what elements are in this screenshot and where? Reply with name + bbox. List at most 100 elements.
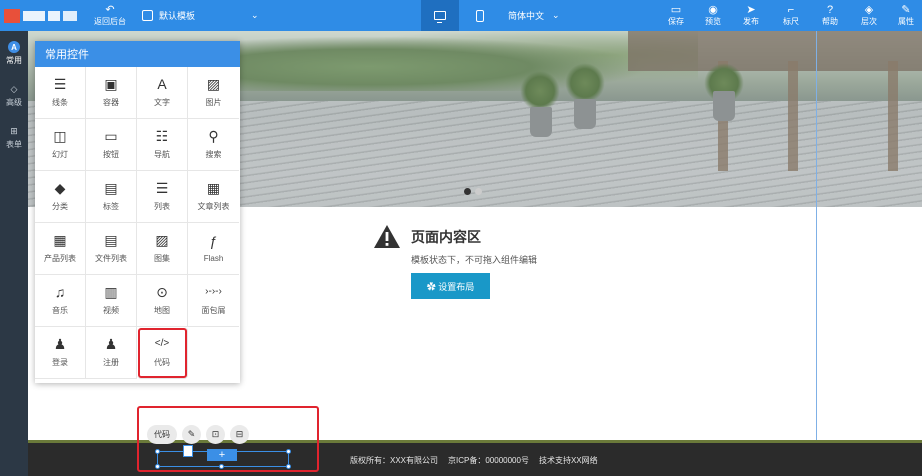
layers-icon: ◈: [864, 4, 874, 16]
widget-label: 地图: [154, 306, 170, 315]
widget-breadcrumb[interactable]: ›-›-› 面包屑: [188, 275, 239, 327]
slide-dot[interactable]: [475, 188, 482, 195]
save-icon: ▭: [670, 4, 682, 16]
file-icon: [183, 445, 193, 457]
help-icon: ?: [826, 4, 834, 16]
widget-button[interactable]: ▭ 按钮: [86, 119, 137, 171]
widget-register-user[interactable]: ♟ 注册: [86, 327, 137, 379]
ruler-guide-line: [816, 31, 817, 441]
common-widgets-panel: 常用控件 ☰ 线条 ▣ 容器 A 文字 ▨ 图片 ◫ 幻灯 ▭ 按钮 ☷ 导航 ⚲ 搜索 ◆ 分类 ▤ 标签 ☰ 列表 ▦ 文…: [35, 41, 240, 383]
widget-image[interactable]: ▨ 图片: [188, 67, 239, 119]
rail-item-common[interactable]: A 常用: [0, 41, 28, 66]
widget-category-stack[interactable]: ◆ 分类: [35, 171, 86, 223]
category-stack-icon: ◆: [54, 180, 66, 196]
undo-icon: ↶: [105, 4, 115, 16]
widget-label: Flash: [203, 254, 224, 263]
properties-button[interactable]: ✎ 属性: [893, 0, 919, 31]
resize-handle[interactable]: [286, 464, 291, 469]
template-selector[interactable]: 默认模板 ⌄: [142, 0, 259, 31]
widget-article-list[interactable]: ▦ 文章列表: [188, 171, 239, 223]
resize-handle[interactable]: [155, 449, 160, 454]
widget-lines[interactable]: ☰ 线条: [35, 67, 86, 119]
widget-label: 产品列表: [44, 254, 76, 263]
widget-grid: ☰ 线条 ▣ 容器 A 文字 ▨ 图片 ◫ 幻灯 ▭ 按钮 ☷ 导航 ⚲ 搜索 ◆ 分类 ▤ 标签 ☰ 列表 ▦ 文章列表 ▦ 产…: [35, 67, 240, 379]
widget-label: 导航: [154, 150, 170, 159]
map-pin-icon: ⊙: [156, 284, 168, 300]
widget-label: 文字: [154, 98, 170, 107]
back-to-admin-button[interactable]: ↶ 返回后台: [90, 0, 130, 31]
page-content-subtitle: 模板状态下，不可拖入组件编辑: [411, 255, 538, 265]
language-selector[interactable]: 简体中文 ⌄: [508, 0, 560, 31]
widget-map-pin[interactable]: ⊙ 地图: [137, 275, 188, 327]
widget-search[interactable]: ⚲ 搜索: [188, 119, 239, 171]
chevron-down-icon: ⌄: [552, 10, 560, 20]
help-button[interactable]: ? 帮助: [817, 0, 843, 31]
widget-container[interactable]: ▣ 容器: [86, 67, 137, 119]
login-user-icon: ♟: [53, 336, 67, 352]
chevron-down-icon: ⌄: [251, 10, 259, 20]
container-icon: ▣: [104, 76, 118, 92]
properties-icon: ✎: [901, 4, 911, 16]
widget-file-list[interactable]: ▤ 文件列表: [86, 223, 137, 275]
resize-handle[interactable]: [286, 449, 291, 454]
register-user-icon: ♟: [104, 336, 118, 352]
widget-tag[interactable]: ▤ 标签: [86, 171, 137, 223]
brand-logo: [0, 0, 82, 31]
footer-icp: 京ICP备：00000000号: [448, 456, 529, 465]
widget-text[interactable]: A 文字: [137, 67, 188, 119]
rail-item-form[interactable]: ⊞ 表单: [0, 125, 28, 150]
preview-button[interactable]: ◉ 预览: [700, 0, 726, 31]
layers-button[interactable]: ◈ 层次: [856, 0, 882, 31]
widget-product-list[interactable]: ▦ 产品列表: [35, 223, 86, 275]
trash-icon[interactable]: ⊟: [230, 425, 249, 444]
widget-label: 容器: [103, 98, 119, 107]
eye-icon: ◉: [708, 4, 718, 16]
gallery-icon: ▨: [155, 232, 169, 248]
widget-label: 列表: [154, 202, 170, 211]
breadcrumb-icon: ›-›-›: [205, 286, 222, 297]
panel-title: 常用控件: [35, 41, 240, 67]
component-toolbar: 代码 ✎ ⊡ ⊟: [147, 425, 249, 444]
widget-label: 线条: [52, 98, 68, 107]
widget-nav[interactable]: ☷ 导航: [137, 119, 188, 171]
widget-video[interactable]: ▥ 视频: [86, 275, 137, 327]
resize-handle[interactable]: [219, 464, 224, 469]
desktop-view-button[interactable]: [421, 0, 459, 31]
slide-indicator[interactable]: [464, 188, 482, 195]
unlock-icon[interactable]: ⊡: [206, 425, 225, 444]
rail-item-advanced[interactable]: ◇ 高级: [0, 83, 28, 108]
code-icon: </>: [154, 338, 170, 349]
send-icon: ➤: [746, 4, 756, 16]
widget-code[interactable]: </> 代码: [137, 327, 188, 379]
widget-slideshow[interactable]: ◫ 幻灯: [35, 119, 86, 171]
set-layout-button[interactable]: ✿ 设置布局: [411, 273, 490, 299]
widget-label: 文章列表: [197, 202, 230, 211]
component-type-label[interactable]: 代码: [147, 425, 177, 444]
warning-icon: [373, 224, 401, 249]
slide-dot-active[interactable]: [464, 188, 471, 195]
text-icon: A: [157, 76, 167, 92]
footer-support: 技术支持XX网络: [538, 456, 598, 465]
widget-label: 视频: [103, 306, 119, 315]
wrench-icon[interactable]: ✎: [182, 425, 201, 444]
save-button[interactable]: ▭ 保存: [663, 0, 689, 31]
widget-music[interactable]: ♫ 音乐: [35, 275, 86, 327]
form-grid-icon: ⊞: [10, 125, 18, 136]
widget-login-user[interactable]: ♟ 登录: [35, 327, 86, 379]
widget-label: 图集: [154, 254, 170, 263]
widget-label: 文件列表: [95, 254, 127, 263]
product-list-icon: ▦: [53, 232, 67, 248]
template-icon: [142, 10, 153, 21]
widget-list[interactable]: ☰ 列表: [137, 171, 188, 223]
resize-handle[interactable]: [155, 464, 160, 469]
widget-flash[interactable]: ƒ Flash: [188, 223, 239, 275]
plus-icon[interactable]: +: [207, 449, 237, 461]
ruler-button[interactable]: ⌐ 标尺: [778, 0, 804, 31]
file-list-icon: ▤: [104, 232, 118, 248]
widget-gallery[interactable]: ▨ 图集: [137, 223, 188, 275]
mobile-view-button[interactable]: [462, 0, 498, 31]
flash-icon: ƒ: [209, 233, 218, 249]
list-icon: ☰: [155, 180, 169, 196]
slideshow-icon: ◫: [53, 128, 67, 144]
publish-button[interactable]: ➤ 发布: [738, 0, 764, 31]
